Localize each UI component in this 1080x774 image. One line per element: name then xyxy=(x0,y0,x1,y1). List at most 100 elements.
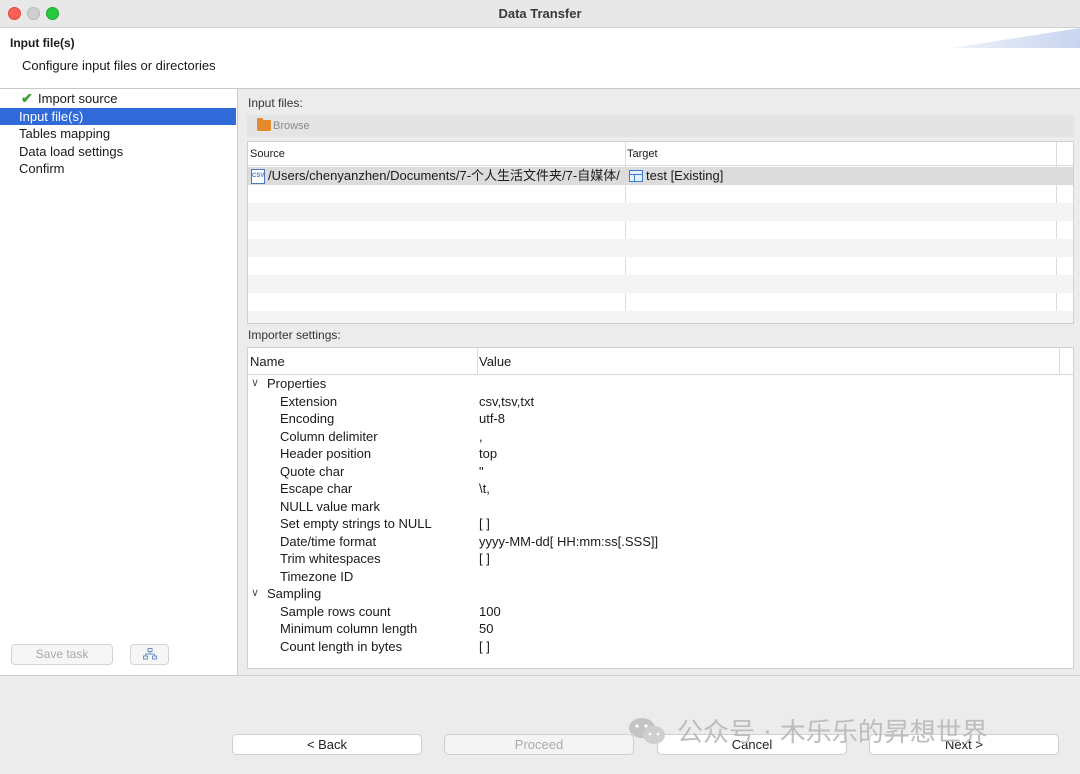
importer-settings-table: Name Value ∨ Properties Extension csv,tsv… xyxy=(247,347,1074,669)
table-row xyxy=(248,293,1073,311)
target-name: test [Existing] xyxy=(646,168,724,183)
table-row xyxy=(248,185,1073,203)
property-row[interactable]: Extension csv,tsv,txt xyxy=(248,393,1073,411)
table-header: Source Target xyxy=(248,142,1073,166)
importer-settings-label: Importer settings: xyxy=(248,328,341,342)
save-task-button[interactable]: Save task xyxy=(11,644,113,665)
input-files-label: Input files: xyxy=(248,96,303,110)
column-divider xyxy=(1059,348,1060,375)
property-value[interactable]: , xyxy=(479,428,483,446)
chevron-down-icon[interactable]: ∨ xyxy=(251,585,259,603)
table-icon xyxy=(629,170,643,182)
property-row[interactable]: Timezone ID xyxy=(248,568,1073,586)
main-panel: Input files: Browse Source Target CSV /U… xyxy=(241,89,1080,675)
sidebar-item-data-load-settings[interactable]: Data load settings xyxy=(0,143,236,160)
sidebar-item-import-source[interactable]: ✔ Import source xyxy=(0,90,236,107)
property-row[interactable]: Encoding utf-8 xyxy=(248,410,1073,428)
wizard-footer: < Back Proceed Cancel Next > 公众号 · 木乐乐的昇… xyxy=(0,675,1080,774)
property-row[interactable]: Count length in bytes [ ] xyxy=(248,638,1073,656)
column-header-source[interactable]: Source xyxy=(250,142,285,166)
property-name: NULL value mark xyxy=(280,498,380,514)
property-value[interactable]: utf-8 xyxy=(479,410,505,428)
property-row[interactable]: Quote char " xyxy=(248,463,1073,481)
column-divider xyxy=(477,348,478,375)
property-row[interactable]: Column delimiter, xyxy=(248,428,1073,446)
data-transfer-window: Data Transfer Input file(s) Configure in… xyxy=(0,0,1080,774)
property-row[interactable]: Header position top xyxy=(248,445,1073,463)
sidebar-item-label: Data load settings xyxy=(19,144,124,159)
property-name: Timezone ID xyxy=(280,568,354,584)
property-value[interactable]: \t, xyxy=(479,480,490,498)
title-bar: Data Transfer xyxy=(0,0,1080,28)
proceed-button: Proceed xyxy=(444,734,634,755)
property-name: Quote char xyxy=(280,463,345,479)
browse-label: Browse xyxy=(273,120,310,132)
property-name: Minimum column length xyxy=(280,621,418,636)
property-value[interactable]: [ ] xyxy=(479,638,490,656)
watermark-text: 公众号 · 木乐乐的昇想世界 xyxy=(677,718,988,748)
property-name: Column delimiter xyxy=(280,428,378,444)
property-value[interactable]: [ ] xyxy=(479,515,490,533)
property-name: Escape char xyxy=(280,481,353,496)
property-value[interactable]: top xyxy=(479,445,497,463)
property-row[interactable]: NULL value mark xyxy=(248,498,1073,516)
property-row[interactable]: Set empty strings to NULL [ ] xyxy=(248,515,1073,533)
sidebar-item-label: Import source xyxy=(38,91,118,106)
property-row[interactable]: Minimum column length 50 xyxy=(248,620,1073,638)
page-title: Input file(s) xyxy=(10,36,75,50)
source-path: /Users/chenyanzhen/Documents/7-个人生活文件夹/7… xyxy=(268,168,620,183)
window-title: Data Transfer xyxy=(498,6,582,21)
property-name: Count length in bytes xyxy=(280,638,403,654)
property-name: Trim whitespaces xyxy=(280,551,381,566)
browse-button[interactable]: Browse xyxy=(247,115,1074,137)
page-description: Configure input files or directories xyxy=(22,58,216,73)
property-name: Header position xyxy=(280,446,372,461)
property-name: Encoding xyxy=(280,411,335,426)
property-row[interactable]: Escape char \t, xyxy=(248,480,1073,498)
property-name: Sample rows count xyxy=(280,603,391,619)
sidebar-item-label: Confirm xyxy=(19,161,65,176)
column-header-target[interactable]: Target xyxy=(627,142,658,166)
property-name: Set empty strings to NULL xyxy=(280,516,432,531)
column-header-value[interactable]: Value xyxy=(479,348,511,375)
group-row-properties[interactable]: ∨ Properties xyxy=(248,375,1073,393)
sidebar-item-tables-mapping[interactable]: Tables mapping xyxy=(0,125,236,142)
property-name: Date/time format xyxy=(280,533,377,549)
network-icon xyxy=(142,648,157,660)
header-banner-graphic xyxy=(952,28,1080,48)
wechat-icon xyxy=(629,718,665,744)
property-value[interactable]: csv,tsv,txt xyxy=(479,393,534,411)
group-row-sampling[interactable]: ∨ Sampling xyxy=(248,585,1073,603)
sidebar-item-confirm[interactable]: Confirm xyxy=(0,160,236,177)
property-value[interactable]: 100 xyxy=(479,603,501,621)
property-value[interactable]: [ ] xyxy=(479,550,490,568)
property-value[interactable]: yyyy-MM-dd[ HH:mm:ss[.SSS]] xyxy=(479,533,658,551)
checkmark-icon: ✔ xyxy=(21,90,33,106)
sidebar-item-label: Input file(s) xyxy=(19,109,84,124)
table-row xyxy=(248,257,1073,275)
table-row[interactable]: CSV /Users/chenyanzhen/Documents/7-个人生活文… xyxy=(248,167,1073,185)
task-config-button[interactable] xyxy=(130,644,169,665)
property-row[interactable]: Trim whitespaces [ ] xyxy=(248,550,1073,568)
column-header-name[interactable]: Name xyxy=(250,348,285,375)
table-row xyxy=(248,239,1073,257)
folder-icon xyxy=(257,118,271,131)
table-row xyxy=(248,203,1073,221)
wizard-header: Input file(s) Configure input files or d… xyxy=(0,28,1080,89)
chevron-down-icon[interactable]: ∨ xyxy=(251,375,259,393)
property-name: Extension xyxy=(280,393,338,409)
wizard-steps-sidebar: ✔ Import source Input file(s) Tables map… xyxy=(0,89,238,675)
sidebar-item-input-files[interactable]: Input file(s) xyxy=(0,108,236,125)
input-files-table: Source Target CSV /Users/chenyanzhen/Doc… xyxy=(247,141,1074,324)
table-row xyxy=(248,311,1073,323)
group-name: Sampling xyxy=(267,586,322,601)
property-row[interactable]: Sample rows count 100 xyxy=(248,603,1073,621)
property-value[interactable]: " xyxy=(479,463,484,481)
property-row[interactable]: Date/time format yyyy-MM-dd[ HH:mm:ss[.SS… xyxy=(248,533,1073,551)
table-row xyxy=(248,275,1073,293)
table-row xyxy=(248,221,1073,239)
sidebar-item-label: Tables mapping xyxy=(19,126,111,141)
property-value[interactable]: 50 xyxy=(479,620,493,638)
group-name: Properties xyxy=(267,376,327,391)
back-button[interactable]: < Back xyxy=(232,734,422,755)
